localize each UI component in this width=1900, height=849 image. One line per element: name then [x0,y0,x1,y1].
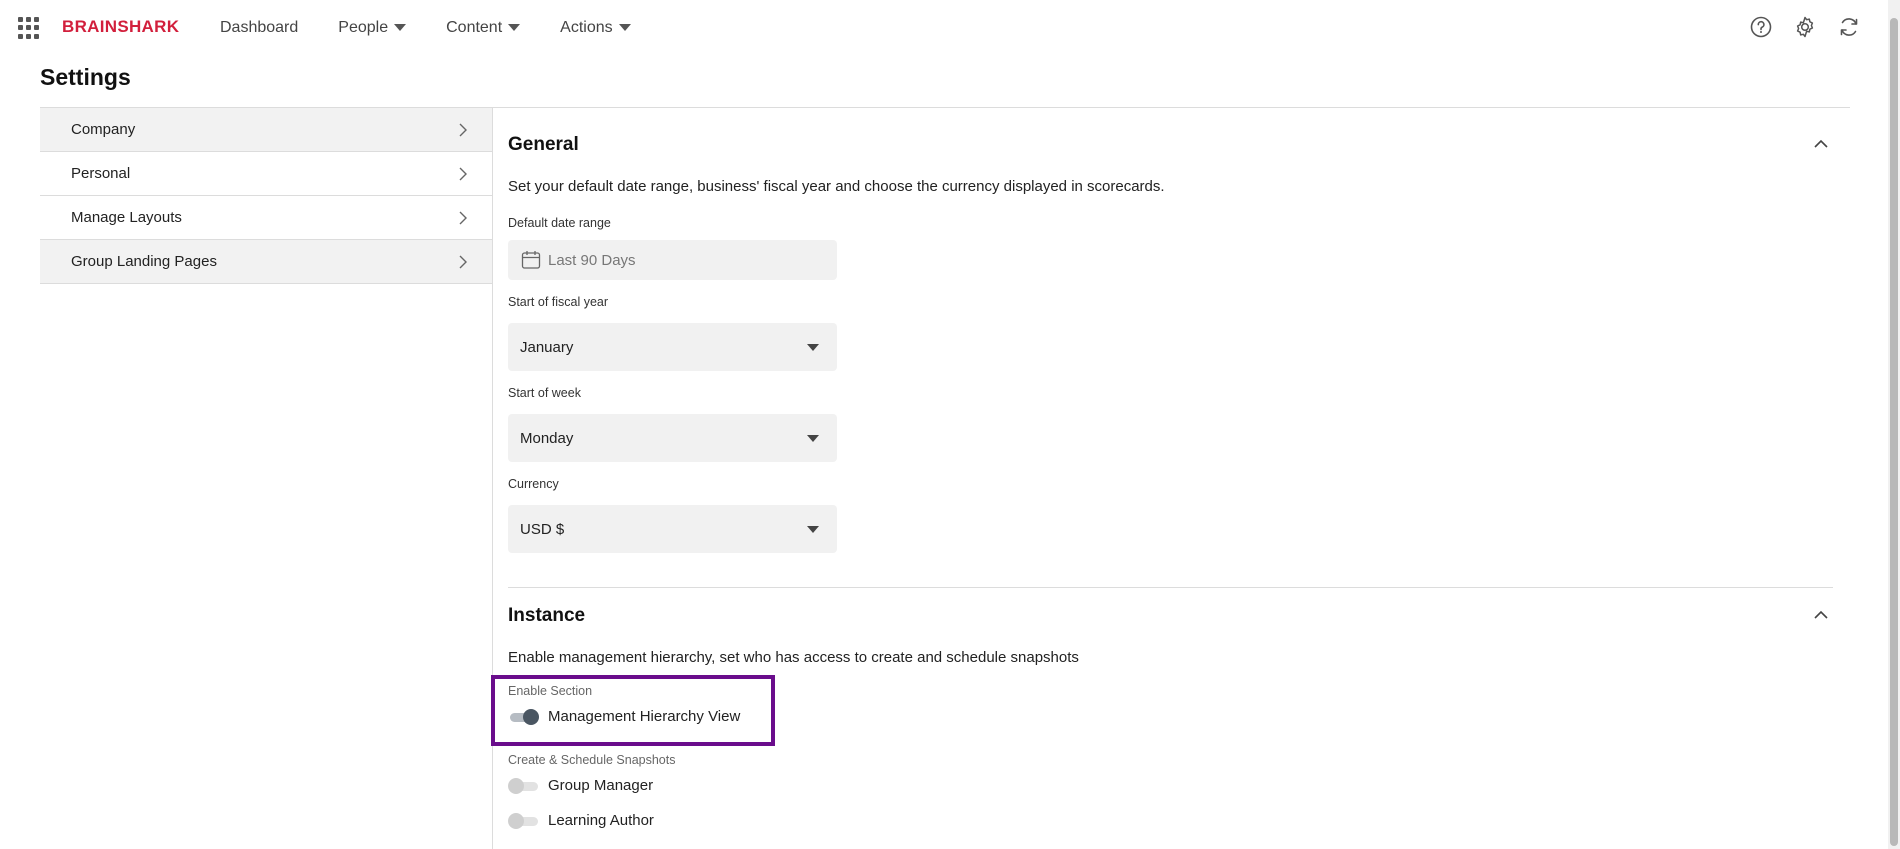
general-description: Set your default date range, business' f… [508,178,1165,195]
chevron-up-icon[interactable] [1809,603,1833,627]
chevron-right-icon [459,211,467,225]
chevron-right-icon [459,255,467,269]
chevron-up-icon[interactable] [1809,132,1833,156]
toggle-knob [508,777,524,794]
sidebar-item-company[interactable]: Company [40,108,492,152]
snapshots-label: Create & Schedule Snapshots [508,753,676,767]
header-icon-group [1748,14,1862,40]
management-hierarchy-label: Management Hierarchy View [548,708,741,725]
scrollbar-thumb[interactable] [1890,18,1898,846]
date-range-field[interactable]: Last 90 Days [508,240,837,280]
start-of-week-label: Start of week [508,386,581,400]
group-manager-toggle[interactable] [508,777,540,794]
nav-content[interactable]: Content [446,18,521,37]
start-of-week-select[interactable]: Monday [508,414,837,462]
learning-author-toggle[interactable] [508,812,540,829]
main-nav: Dashboard People Content Actions [220,0,671,55]
general-section-title: General [508,134,579,155]
sidebar-item-personal[interactable]: Personal [40,152,492,196]
caret-down-icon [618,24,631,31]
currency-value: USD $ [520,520,565,538]
brand-logo[interactable]: BRAINSHARK [62,17,179,37]
date-range-value: Last 90 Days [548,251,636,269]
currency-label: Currency [508,477,559,491]
management-hierarchy-toggle[interactable] [508,708,540,725]
dropdown-arrow-icon [807,343,819,351]
settings-sidebar: Company Personal Manage Layouts Group La… [40,108,492,284]
instance-section-title: Instance [508,605,586,626]
page-title: Settings [40,64,131,90]
dropdown-arrow-icon [807,434,819,442]
sidebar-item-manage-layouts[interactable]: Manage Layouts [40,196,492,240]
learning-author-toggle-row[interactable]: Learning Author [508,812,654,829]
chevron-right-icon [459,123,467,137]
enable-section-label: Enable Section [508,684,593,698]
currency-select[interactable]: USD $ [508,505,837,553]
top-navigation-bar: BRAINSHARK Dashboard People Content Acti… [0,0,1900,55]
nav-label: Content [446,18,503,36]
sidebar-item-group-landing-pages[interactable]: Group Landing Pages [40,240,492,284]
nav-label: Actions [560,18,613,36]
fiscal-year-select[interactable]: January [508,323,837,371]
section-divider [508,587,1833,588]
sidebar-item-label: Manage Layouts [71,209,182,226]
date-range-label: Default date range [508,216,611,230]
fiscal-year-label: Start of fiscal year [508,295,609,309]
group-manager-label: Group Manager [548,777,654,794]
group-manager-toggle-row[interactable]: Group Manager [508,777,653,794]
toggle-knob [508,812,524,829]
instance-description: Enable management hierarchy, set who has… [508,649,1079,666]
app-launcher-grid-icon[interactable] [18,17,40,39]
refresh-icon[interactable] [1836,14,1862,40]
calendar-icon [521,251,541,269]
nav-actions[interactable]: Actions [560,18,631,37]
toggle-knob [523,708,539,725]
nav-label: People [338,18,389,36]
sidebar-item-label: Company [71,121,136,138]
gear-icon[interactable] [1792,14,1818,40]
vertical-scrollbar[interactable] [1888,0,1900,849]
chevron-right-icon [459,167,467,181]
fiscal-year-value: January [520,338,574,356]
sidebar-item-label: Personal [71,165,131,182]
sidebar-item-label: Group Landing Pages [71,253,217,270]
nav-dashboard[interactable]: Dashboard [220,19,298,37]
learning-author-label: Learning Author [548,812,654,829]
management-hierarchy-toggle-row[interactable]: Management Hierarchy View [508,708,740,725]
caret-down-icon [394,24,407,31]
start-of-week-value: Monday [520,429,574,447]
nav-people[interactable]: People [338,18,407,37]
dropdown-arrow-icon [807,525,819,533]
caret-down-icon [508,24,521,31]
nav-label: Dashboard [220,18,299,36]
help-icon[interactable] [1748,14,1774,40]
